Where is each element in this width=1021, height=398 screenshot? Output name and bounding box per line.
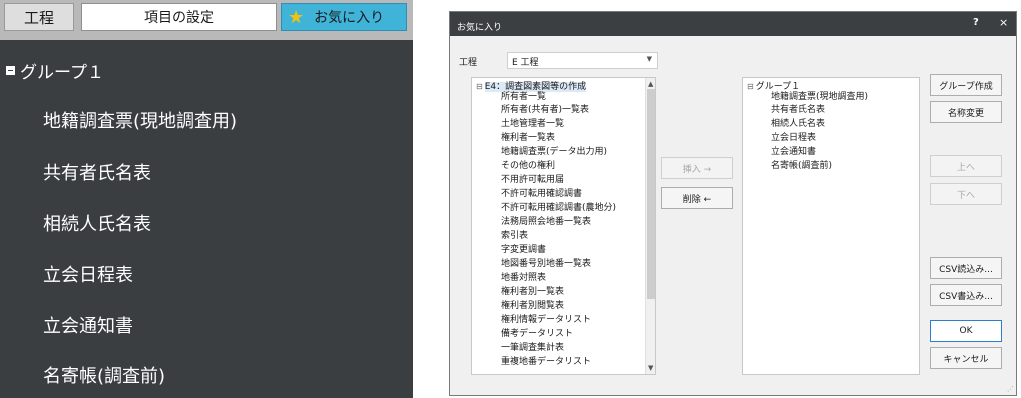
- panel-tab-bar: 工程 項目の設定 ★ お気に入り: [0, 0, 413, 40]
- list-item[interactable]: その他の権利: [501, 160, 555, 172]
- list-item[interactable]: 権利情報データリスト: [501, 314, 591, 326]
- collapse-icon[interactable]: ⊟: [747, 82, 754, 91]
- favorites-tree-list[interactable]: ⊟ グループ１ 地籍調査票(現地調査用) 共有者氏名表 相続人氏名表 立会日程表 …: [742, 77, 920, 375]
- csv-import-button[interactable]: CSV読込み...: [930, 257, 1002, 279]
- list-item[interactable]: 地図番号別地番一覧表: [501, 258, 591, 270]
- list-item[interactable]: 立会通知書: [771, 146, 816, 158]
- favorites-group-label: グループ１: [20, 63, 104, 83]
- insert-button[interactable]: 挿入 →: [661, 157, 733, 179]
- help-button[interactable]: ?: [973, 17, 979, 28]
- kotei-select[interactable]: E 工程 ▼: [507, 52, 658, 69]
- tab-favorites[interactable]: ★ お気に入り: [281, 3, 407, 31]
- favorites-group[interactable]: グループ１: [6, 58, 104, 83]
- cancel-button[interactable]: キャンセル: [930, 347, 1002, 369]
- kotei-select-value: E 工程: [512, 58, 539, 68]
- group-create-button[interactable]: グループ作成: [930, 74, 1002, 96]
- rename-button[interactable]: 名称変更: [930, 101, 1002, 123]
- list-item[interactable]: 備考データリスト: [501, 328, 573, 340]
- resize-grip-icon[interactable]: ⋰: [1007, 385, 1014, 393]
- move-down-button[interactable]: 下へ: [930, 183, 1002, 205]
- list-item[interactable]: 名寄帳(調査前): [771, 160, 832, 172]
- list-item[interactable]: 一筆調査集計表: [501, 342, 564, 354]
- favorite-item[interactable]: 地籍調査票(現地調査用): [43, 107, 237, 133]
- favorite-item[interactable]: 名寄帳(調査前): [43, 362, 165, 388]
- tab-favorites-label: お気に入り: [314, 10, 385, 26]
- list-item[interactable]: 不用許可転用届: [501, 174, 564, 186]
- kotei-label: 工程: [459, 58, 478, 68]
- dialog-title: お気に入り: [457, 23, 503, 33]
- collapse-icon[interactable]: [6, 66, 15, 75]
- close-button[interactable]: ×: [999, 16, 1008, 29]
- favorite-item[interactable]: 共有者氏名表: [43, 159, 151, 185]
- list-item[interactable]: 相続人氏名表: [771, 118, 825, 130]
- list-item[interactable]: 地番対照表: [501, 272, 546, 284]
- favorite-item[interactable]: 立会日程表: [43, 261, 133, 287]
- dialog-title-bar: お気に入り ? ×: [450, 12, 1016, 36]
- list-item[interactable]: 権利者別閲覧表: [501, 300, 564, 312]
- delete-button[interactable]: 削除 ←: [661, 187, 733, 209]
- tab-item-settings[interactable]: 項目の設定: [81, 3, 277, 31]
- favorite-item[interactable]: 相続人氏名表: [43, 210, 151, 236]
- scroll-down-icon[interactable]: ▼: [648, 364, 653, 372]
- scroll-up-icon[interactable]: ▲: [648, 80, 653, 88]
- list-item[interactable]: 立会日程表: [771, 132, 816, 144]
- list-item[interactable]: 地籍調査票(データ出力用): [501, 146, 607, 158]
- list-item[interactable]: 法務局照会地番一覧表: [501, 216, 591, 228]
- list-item[interactable]: 権利者一覧表: [501, 132, 555, 144]
- chevron-down-icon: ▼: [646, 55, 652, 63]
- list-item[interactable]: 不許可転用確認調書: [501, 188, 582, 200]
- vertical-scrollbar[interactable]: ▲ ▼: [645, 78, 655, 374]
- list-item[interactable]: 共有者氏名表: [771, 104, 825, 116]
- source-tree-list[interactable]: ⊟ E4：調査図素図等の作成 所有者一覧 所有者(共有者)一覧表 土地管理者一覧 …: [471, 77, 656, 375]
- list-item[interactable]: 重複地番データリスト: [501, 356, 591, 368]
- list-item[interactable]: 地籍調査票(現地調査用): [771, 91, 868, 103]
- list-item[interactable]: 所有者一覧: [501, 91, 546, 103]
- favorites-side-panel: 工程 項目の設定 ★ お気に入り グループ１ 地籍調査票(現地調査用) 共有者氏…: [0, 0, 413, 398]
- favorites-dialog: お気に入り ? × 工程 E 工程 ▼ ⊟ E4：調査図素図等の作成 所有者一覧 …: [449, 11, 1017, 396]
- csv-export-button[interactable]: CSV書込み...: [930, 284, 1002, 306]
- tab-kotei[interactable]: 工程: [4, 3, 74, 31]
- star-icon: ★: [288, 6, 305, 28]
- scrollbar-thumb[interactable]: [647, 89, 655, 299]
- list-item[interactable]: 土地管理者一覧: [501, 118, 564, 130]
- ok-button[interactable]: OK: [930, 320, 1002, 342]
- list-item[interactable]: 権利者別一覧表: [501, 286, 564, 298]
- favorite-item[interactable]: 立会通知書: [43, 312, 133, 338]
- list-item[interactable]: 索引表: [501, 230, 528, 242]
- list-item[interactable]: 所有者(共有者)一覧表: [501, 104, 589, 116]
- move-up-button[interactable]: 上へ: [930, 155, 1002, 177]
- collapse-icon[interactable]: ⊟: [476, 82, 483, 91]
- list-item[interactable]: 字変更調書: [501, 244, 546, 256]
- list-item[interactable]: 不許可転用確認調書(農地分): [501, 202, 616, 214]
